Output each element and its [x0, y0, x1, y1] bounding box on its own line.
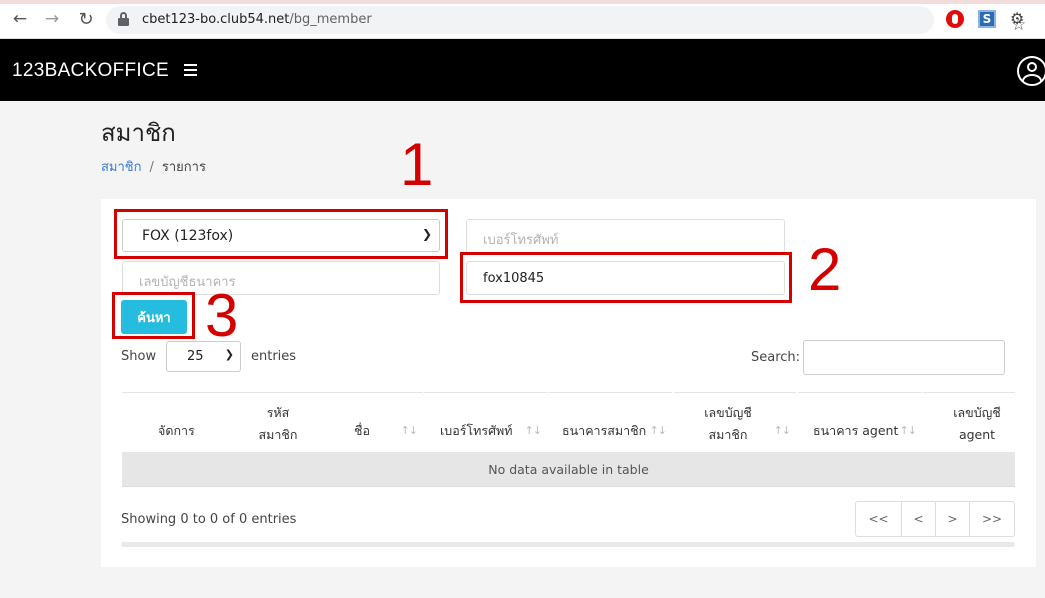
annotation-box-1 [114, 209, 448, 259]
column-header-label: เบอร์โทรศัพท์ [440, 423, 513, 438]
address-bar[interactable]: cbet123-bo.club54.net/bg_member ☆ [106, 6, 1026, 35]
sort-icon: ↑↓ [400, 424, 418, 437]
table-search-label: Search: [751, 350, 801, 365]
tab-strip-edge [0, 0, 1045, 4]
sort-icon: ↑↓ [773, 424, 791, 437]
sort-icon: ↑↓ [899, 424, 917, 437]
column-header-member-code[interactable]: รหัส สมาชิก [238, 392, 318, 450]
page-title: สมาชิก [101, 119, 176, 147]
chevron-down-icon: ❯ [224, 348, 234, 361]
user-account-icon[interactable] [1017, 56, 1045, 86]
table-info: Showing 0 to 0 of 0 entries [121, 512, 297, 527]
extension-red-icon[interactable] [946, 10, 964, 28]
breadcrumb-link-members[interactable]: สมาชิก [101, 160, 142, 175]
breadcrumb-separator: / [149, 160, 154, 175]
lock-icon[interactable] [118, 12, 129, 26]
url-host: cbet123-bo.club54.net [142, 12, 290, 27]
menu-icon[interactable] [184, 64, 197, 76]
column-header-label: ธนาคาร agent [813, 423, 899, 438]
column-header-label: จัดการ [158, 423, 195, 438]
horizontal-scrollbar[interactable] [121, 542, 1015, 547]
reload-icon[interactable]: ↻ [75, 8, 97, 30]
sort-icon: ↑↓ [524, 424, 542, 437]
annotation-number-2: 2 [808, 236, 842, 303]
url-path: /bg_member [289, 12, 372, 27]
url-text: cbet123-bo.club54.net/bg_member [142, 12, 372, 27]
bank-account-input[interactable]: เลขบัญชีธนาคาร [122, 261, 440, 295]
phone-input[interactable]: เบอร์โทรศัพท์ [466, 219, 785, 253]
breadcrumb-current: รายการ [161, 160, 206, 175]
pager-prev-button[interactable]: < [902, 502, 936, 536]
column-header-label: ชื่อ [354, 423, 370, 438]
page-length-value: 25 [187, 349, 204, 364]
pager-first-button[interactable]: << [856, 502, 902, 536]
breadcrumb: สมาชิก / รายการ [101, 156, 206, 177]
pager-last-button[interactable]: >> [970, 502, 1014, 536]
back-arrow-icon[interactable]: ← [9, 8, 31, 30]
pagination: << < > >> [855, 501, 1015, 537]
annotation-box-2 [460, 252, 792, 303]
forward-arrow-icon[interactable]: → [41, 8, 63, 30]
column-header-phone[interactable]: เบอร์โทรศัพท์ ↑↓ [424, 392, 547, 450]
annotation-number-1: 1 [400, 131, 434, 198]
column-header-member-account[interactable]: เลขบัญชี สมาชิก ↑↓ [674, 392, 796, 450]
table-search-input[interactable] [803, 340, 1005, 375]
column-header-name[interactable]: ชื่อ ↑↓ [318, 392, 423, 450]
entries-label: entries [251, 349, 297, 364]
column-header-member-bank[interactable]: ธนาคารสมาชิก ↑↓ [548, 392, 672, 450]
annotation-number-3: 3 [205, 282, 239, 349]
show-label: Show [121, 349, 157, 364]
extensions-puzzle-icon[interactable]: ⚙ [1010, 10, 1028, 28]
column-header-label: สมาชิก [708, 427, 748, 442]
column-header-agent-bank[interactable]: ธนาคาร agent ↑↓ [798, 392, 922, 450]
column-header-label: เลขบัญชี [953, 405, 1001, 420]
annotation-box-3 [112, 292, 195, 339]
column-header-label: ธนาคารสมาชิก [562, 423, 647, 438]
column-header-label: agent [958, 427, 996, 442]
column-header-label: เลขบัญชี [704, 405, 752, 420]
empty-table-row: No data available in table [122, 452, 1015, 487]
column-header-label: สมาชิก [258, 427, 298, 442]
app-header: 123BACKOFFICE [0, 39, 1045, 101]
brand-logo[interactable]: 123BACKOFFICE [12, 60, 169, 82]
pager-next-button[interactable]: > [936, 502, 970, 536]
extension-s-icon[interactable]: S [978, 10, 996, 28]
column-header-label: รหัส [266, 405, 290, 420]
sort-icon: ↑↓ [649, 424, 667, 437]
column-header-agent-account[interactable]: เลขบัญชี agent [923, 392, 1015, 450]
extension-s-label: S [982, 12, 992, 26]
page-length-select[interactable]: 25 ❯ [166, 341, 241, 372]
browser-toolbar: ← → ↻ cbet123-bo.club54.net/bg_member ☆ … [0, 0, 1045, 39]
